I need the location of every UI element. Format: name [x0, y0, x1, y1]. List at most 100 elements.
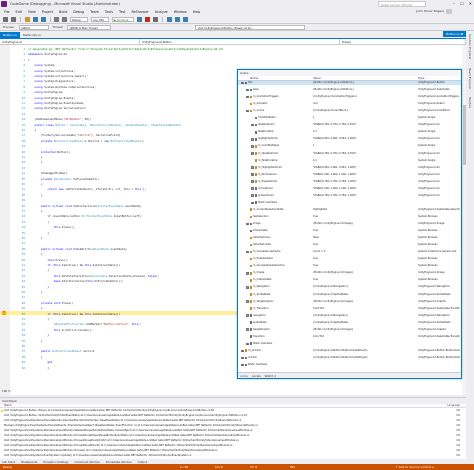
call-stack-row[interactable]: Void UnityEngine.EventSystems.Standalone…: [0, 429, 466, 433]
code-line[interactable]: {: [28, 306, 43, 310]
platform-combo[interactable]: Any CPU: [91, 17, 109, 22]
expand-toggle-icon[interactable]: ▸: [241, 349, 244, 353]
autos-row-value[interactable]: {Button (UnityEngine.UI.Image)}: [313, 271, 418, 275]
autos-row-value[interactable]: 1: [313, 116, 418, 120]
autos-row-value[interactable]: true: [313, 215, 418, 219]
autos-row[interactable]: ▸ m_Image {Button (UnityEngine.UI.Image)} U…: [238, 271, 461, 275]
column-header-language[interactable]: Language: [447, 404, 460, 408]
autos-row[interactable]: m_Transition ColorTint UnityEngine.UI.Sele…: [238, 307, 461, 311]
code-line[interactable]: }: [28, 193, 43, 197]
autos-row-value[interactable]: {Button (UnityEngine.UI.Button)}: [313, 81, 418, 85]
menu-view[interactable]: View: [28, 10, 36, 14]
call-stack-row[interactable]: Boolean UnityEngine.EventSystems.Execute…: [0, 424, 466, 428]
forward-arrow-icon[interactable]: [11, 17, 16, 22]
autos-row[interactable]: spriteState {UnityEngine.UI.SpriteState} U…: [238, 321, 461, 325]
autos-row-value[interactable]: {Button (UnityEngine.UI.Image)}: [313, 300, 418, 304]
autos-row-value[interactable]: "RGBA(0.784, 0.784, 0.784, 0.502)": [313, 152, 418, 156]
process-combo[interactable]: [4624]: [18, 24, 49, 30]
tab-call-stack[interactable]: Call Stack: [2, 460, 15, 464]
autos-row[interactable]: ▸ Static members: [238, 201, 461, 205]
step-into-icon[interactable]: [174, 17, 180, 22]
call-stack-row[interactable]: Void UnityEngine.EventSystems.Standalone…: [0, 439, 466, 443]
code-line[interactable]: public class Button : Selectable, IPoint…: [28, 123, 181, 127]
autos-row-value[interactable]: {Button (UnityEngine.UI.Image)}: [313, 222, 418, 226]
autos-row[interactable]: isPointerDown false System.Boolean: [238, 236, 461, 240]
autos-row[interactable]: m_EnableCalled true System.Boolean: [238, 257, 461, 261]
code-line[interactable]: {: [28, 355, 43, 359]
autos-row-value[interactable]: "RGBA(0.961, 0.961, 0.961, 1.000)": [313, 166, 418, 170]
autos-row-value[interactable]: true: [313, 229, 418, 233]
add-to-source-control-button[interactable]: ↑ Add to Source Control ▴: [395, 464, 434, 470]
user-avatar[interactable]: [446, 9, 452, 14]
autos-row[interactable]: ▸ navigation {UnityEngine.UI.Navigation} Un…: [238, 314, 461, 318]
tab-exception-settings[interactable]: Exception Settings: [43, 460, 68, 464]
code-line[interactable]: {: [28, 58, 30, 62]
code-line[interactable]: if (this.IsActive() && this.IsInteractab…: [28, 263, 120, 267]
autos-row-value[interactable]: 1: [313, 144, 418, 148]
autos-row-value[interactable]: true: [313, 278, 418, 282]
autos-row-value[interactable]: false: [313, 236, 418, 240]
code-line[interactable]: public ButtonClickedEvent onClick: [28, 349, 94, 353]
expand-toggle-icon[interactable]: ▸: [251, 194, 254, 197]
code-line[interactable]: private IEnumerator OnFinishSubmit(): [28, 177, 99, 181]
code-line[interactable]: this.DoStateTransition(Selectable.Select…: [28, 274, 159, 278]
step-over-icon[interactable]: [166, 17, 172, 22]
code-line[interactable]: }: [28, 236, 43, 240]
call-stack-row[interactable]: Void UnityEngine.UI.Button::Press() at C…: [0, 409, 466, 413]
code-line[interactable]: protected Button(): [28, 150, 70, 154]
code-line[interactable]: {: [28, 209, 43, 213]
autos-row-value[interactable]: "RGBA(0.784, 0.784, 0.784, 1.000)": [313, 180, 418, 184]
autos-row[interactable]: ▸ base {Button (UnityEngine.UI.Button)} Uni…: [238, 88, 461, 92]
code-line[interactable]: using System.Collections.Generic;: [28, 74, 87, 78]
menu-help[interactable]: Help: [193, 10, 201, 14]
expand-toggle-icon[interactable]: ▸: [246, 342, 249, 346]
code-line[interactable]: private void Press(): [28, 301, 73, 305]
autos-row[interactable]: ▸ m_CanvasGroupCache Count = 0 System.Colle…: [238, 250, 461, 254]
tab-immediate-window[interactable]: Immediate Window: [106, 460, 132, 464]
minimize-button[interactable]: –: [453, 1, 455, 6]
editor-scrollbar-thumb[interactable]: [462, 105, 466, 165]
code-line[interactable]: [FormerlySerializedAs("onClick"), Serial…: [28, 133, 120, 137]
autos-row-value[interactable]: {UnityEngine.UI.Button.ButtonClickedEven…: [313, 356, 418, 360]
code-line[interactable]: this.m_OnClick.Invoke();: [28, 328, 93, 332]
continue-button[interactable]: ▶ Continue: [112, 17, 134, 22]
tab-button-cs-pinned[interactable]: Button.cs ⊠: [442, 31, 466, 37]
code-line[interactable]: public virtual void OnSubmit(BaseEventDa…: [28, 247, 127, 251]
expand-toggle-icon[interactable]: ▸: [246, 88, 249, 92]
code-line[interactable]: }: [28, 231, 49, 235]
expand-toggle-icon[interactable]: ▸: [246, 300, 249, 303]
autos-row[interactable]: ▸ m_TargetGraphic {Button (UnityEngine.UI.…: [238, 300, 461, 304]
code-line[interactable]: UISystemProfilerApi.AddMarker("Button.on…: [28, 322, 141, 326]
code-line[interactable]: {: [28, 220, 49, 224]
autos-row-value[interactable]: 0.1: [313, 159, 418, 163]
code-line[interactable]: [AddComponentMenu("UI/Button", 30)]: [28, 117, 91, 121]
code-line[interactable]: {: [28, 366, 49, 370]
autos-row-value[interactable]: Count = 0: [313, 250, 418, 254]
autos-row[interactable]: ▸ disabledColor "RGBA(0.784, 0.784, 0.784,…: [238, 123, 461, 127]
column-header-name[interactable]: Name: [4, 404, 12, 408]
code-line[interactable]: using UnityEngine.Serialization;: [28, 106, 86, 110]
expand-toggle-icon[interactable]: ▸: [251, 123, 254, 127]
call-stack-row[interactable]: Void UnityEngine.EventSystems.EventSyste…: [0, 454, 466, 458]
code-line[interactable]: base.StartCoroutine(this.OnFinishSubmit(…: [28, 279, 124, 283]
editor-scrollbar[interactable]: [462, 45, 466, 395]
code-line[interactable]: if (eventData.button == PointerEventData…: [28, 214, 141, 218]
expand-toggle-icon[interactable]: ▸: [251, 138, 254, 141]
menu-resharper[interactable]: ReSharper: [132, 10, 149, 14]
autos-row-value[interactable]: "RGBA(0.784, 0.784, 0.784, 1.000)": [313, 194, 418, 198]
code-line[interactable]: }: [28, 339, 43, 343]
side-tab-toolbox[interactable]: Toolbox: [468, 97, 472, 108]
autos-row[interactable]: ▸ m_OnClick {UnityEngine.UI.Button.ButtonC…: [238, 349, 461, 353]
autos-row[interactable]: isPointerInside true System.Boolean: [238, 243, 461, 247]
collapse-toggle-icon[interactable]: ▾: [241, 81, 244, 85]
menu-build[interactable]: Build: [59, 10, 67, 14]
expand-toggle-icon[interactable]: ▸: [251, 173, 254, 176]
expand-toggle-icon[interactable]: ▸: [251, 180, 254, 183]
code-line[interactable]: {: [28, 128, 36, 132]
tab-watch-1[interactable]: Watch 1: [265, 374, 276, 378]
configuration-combo[interactable]: Debug: [70, 17, 88, 22]
code-line[interactable]: }: [28, 290, 43, 294]
side-tab-solution-explorer[interactable]: Solution Explorer: [468, 34, 472, 60]
expand-toggle-icon[interactable]: ▸: [241, 356, 244, 360]
autos-row[interactable]: ▸ m_Navigation {UnityEngine.UI.Navigation}…: [238, 285, 461, 289]
